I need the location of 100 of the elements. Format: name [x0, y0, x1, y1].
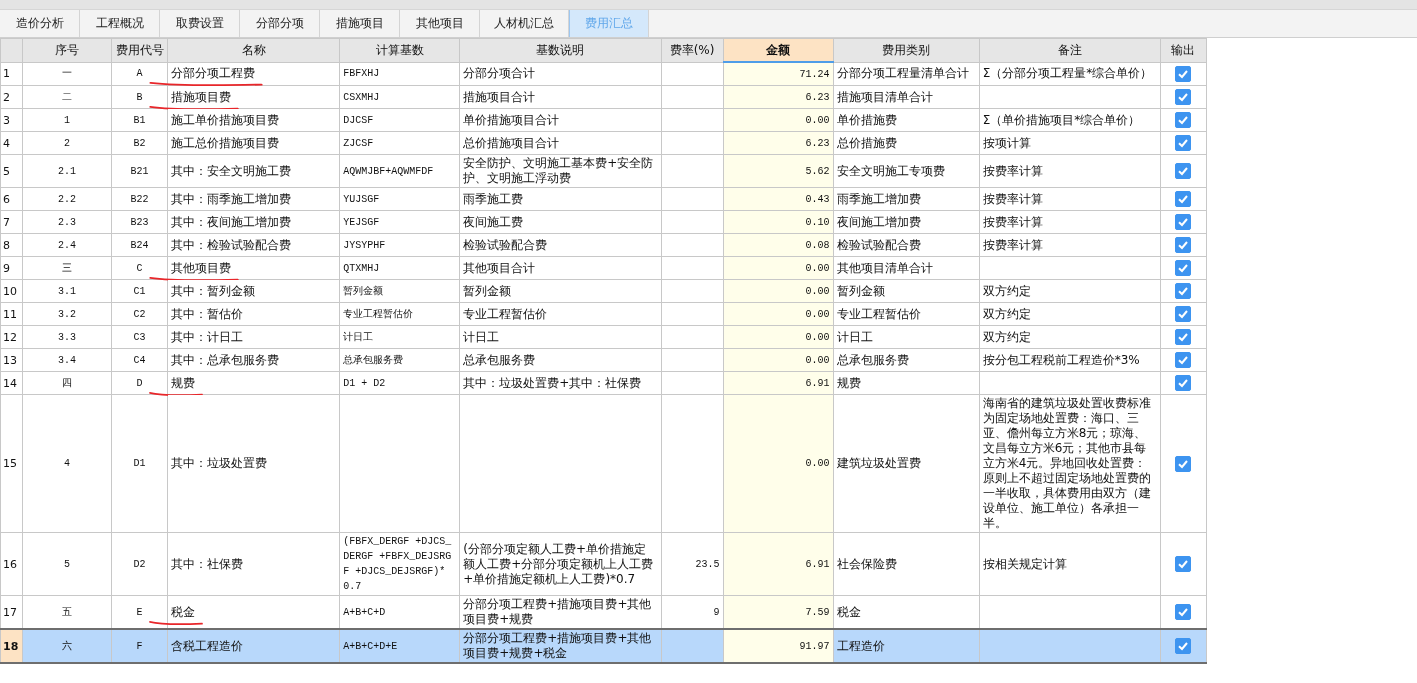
- fee-category-cell: 夜间施工增加费: [833, 210, 980, 234]
- row-number[interactable]: 7: [0, 210, 23, 234]
- row-number[interactable]: 9: [0, 256, 23, 280]
- output-checkbox[interactable]: [1175, 352, 1192, 368]
- row-number[interactable]: 8: [0, 233, 23, 257]
- output-checkbox[interactable]: [1175, 89, 1192, 105]
- fee-code-cell: D2: [111, 532, 168, 596]
- row-number[interactable]: 5: [0, 154, 23, 188]
- row-number[interactable]: 3: [0, 108, 23, 132]
- column-header[interactable]: 费用类别: [833, 38, 980, 62]
- output-checkbox[interactable]: [1175, 112, 1192, 128]
- row-number[interactable]: 17: [0, 595, 23, 629]
- base-description-cell: 总价措施项目合计: [459, 131, 661, 155]
- output-checkbox[interactable]: [1175, 135, 1192, 151]
- row-number[interactable]: 11: [0, 302, 23, 326]
- row-number[interactable]: 4: [0, 131, 23, 155]
- fee-category-cell: 税金: [833, 595, 980, 629]
- calc-base-cell: D1 + D2: [339, 371, 460, 395]
- column-header[interactable]: 费用代号: [111, 38, 168, 62]
- column-header[interactable]: 金额: [723, 38, 834, 62]
- row-number[interactable]: 6: [0, 187, 23, 211]
- remark-cell: 按分包工程税前工程造价*3%: [979, 348, 1161, 372]
- output-checkbox[interactable]: [1175, 375, 1192, 391]
- row-number[interactable]: 13: [0, 348, 23, 372]
- remark-cell: 按费率计算: [979, 210, 1161, 234]
- calc-base-cell: AQWMJBF+AQWMFDF: [339, 154, 460, 188]
- fee-name-cell: 其中：安全文明施工费: [167, 154, 340, 188]
- fee-category-cell: 社会保险费: [833, 532, 980, 596]
- fee-category-cell: 其他项目清单合计: [833, 256, 980, 280]
- row-number[interactable]: 16: [0, 532, 23, 596]
- column-header[interactable]: 名称: [167, 38, 340, 62]
- fee-name-cell: 施工总价措施项目费: [167, 131, 340, 155]
- output-checkbox[interactable]: [1175, 329, 1192, 345]
- output-checkbox[interactable]: [1175, 214, 1192, 230]
- fee-name-cell: 其中：雨季施工增加费: [167, 187, 340, 211]
- column-header[interactable]: 计算基数: [339, 38, 460, 62]
- remark-cell: 按费率计算: [979, 154, 1161, 188]
- fee-name-cell: 其中：计日工: [167, 325, 340, 349]
- column-header[interactable]: 输出: [1160, 38, 1207, 62]
- calc-base-cell: 总承包服务费: [339, 348, 460, 372]
- remark-cell: 按费率计算: [979, 187, 1161, 211]
- rate-cell: [661, 629, 724, 663]
- fee-category-cell: 总价措施费: [833, 131, 980, 155]
- base-description-cell: 总承包服务费: [459, 348, 661, 372]
- fee-code-cell: F: [111, 629, 168, 663]
- column-header[interactable]: 序号: [22, 38, 112, 62]
- base-description-cell: 检验试验配合费: [459, 233, 661, 257]
- output-checkbox[interactable]: [1175, 260, 1192, 276]
- amount-cell: 0.43: [723, 187, 834, 211]
- fee-category-cell: 工程造价: [833, 629, 980, 663]
- column-header[interactable]: 基数说明: [459, 38, 661, 62]
- row-number[interactable]: 18: [0, 629, 23, 663]
- column-header[interactable]: 备注: [979, 38, 1161, 62]
- output-checkbox[interactable]: [1175, 237, 1192, 253]
- base-description-cell: (分部分项定额人工费+单价措施定额人工费+分部分项定额机上人工费+单价措施定额机上人工费)*0.7: [459, 532, 661, 596]
- column-header[interactable]: 费率(%): [661, 38, 724, 62]
- row-number[interactable]: 12: [0, 325, 23, 349]
- amount-cell: 6.91: [723, 371, 834, 395]
- output-checkbox[interactable]: [1175, 306, 1192, 322]
- amount-cell: 6.23: [723, 131, 834, 155]
- amount-cell: 0.00: [723, 325, 834, 349]
- amount-cell: 0.00: [723, 394, 834, 533]
- remark-cell: 海南省的建筑垃圾处置收费标准为固定场地处置费：海口、三亚、儋州每立方米8元；琼海、文昌每立方米6元；其他市县每立方米4元。异地回收处置费：原则上不超过固定场地处置费的一半收取，具体费用由双方（建设单位、施工单位）各承担一半。: [979, 394, 1161, 533]
- amount-cell: 0.00: [723, 256, 834, 280]
- output-checkbox[interactable]: [1175, 191, 1192, 207]
- fee-category-cell: 专业工程暂估价: [833, 302, 980, 326]
- output-checkbox[interactable]: [1175, 163, 1192, 179]
- row-number[interactable]: 1: [0, 62, 23, 86]
- fee-category-cell: 计日工: [833, 325, 980, 349]
- base-description-cell: 专业工程暂估价: [459, 302, 661, 326]
- output-checkbox[interactable]: [1175, 455, 1192, 472]
- sequence-cell: 4: [22, 394, 112, 533]
- base-description-cell: 夜间施工费: [459, 210, 661, 234]
- fee-name-cell: 含税工程造价: [167, 629, 340, 663]
- row-number[interactable]: 15: [0, 394, 23, 533]
- remark-cell: Σ（分部分项工程量*综合单价）: [979, 62, 1161, 86]
- base-description-cell: 计日工: [459, 325, 661, 349]
- output-checkbox[interactable]: [1175, 604, 1192, 620]
- fee-category-cell: 分部分项工程量清单合计: [833, 62, 980, 86]
- remark-cell: Σ（单价措施项目*综合单价）: [979, 108, 1161, 132]
- fee-name-cell: 其中：总承包服务费: [167, 348, 340, 372]
- calc-base-cell: QTXMHJ: [339, 256, 460, 280]
- output-checkbox[interactable]: [1175, 638, 1192, 654]
- fee-category-cell: 建筑垃圾处置费: [833, 394, 980, 533]
- output-checkbox[interactable]: [1175, 556, 1192, 572]
- fee-category-cell: 雨季施工增加费: [833, 187, 980, 211]
- row-number[interactable]: 14: [0, 371, 23, 395]
- amount-cell: 0.10: [723, 210, 834, 234]
- fee-category-cell: 检验试验配合费: [833, 233, 980, 257]
- sequence-cell: 五: [22, 595, 112, 629]
- output-checkbox[interactable]: [1175, 283, 1192, 299]
- row-number[interactable]: 10: [0, 279, 23, 303]
- output-checkbox[interactable]: [1175, 65, 1192, 82]
- amount-cell: 0.00: [723, 348, 834, 372]
- fee-name-cell: 其中：暂估价: [167, 302, 340, 326]
- amount-cell: 0.00: [723, 302, 834, 326]
- fee-code-cell: D1: [111, 394, 168, 533]
- base-description-cell: 措施项目合计: [459, 85, 661, 109]
- row-number[interactable]: 2: [0, 85, 23, 109]
- rate-cell: [661, 154, 724, 188]
